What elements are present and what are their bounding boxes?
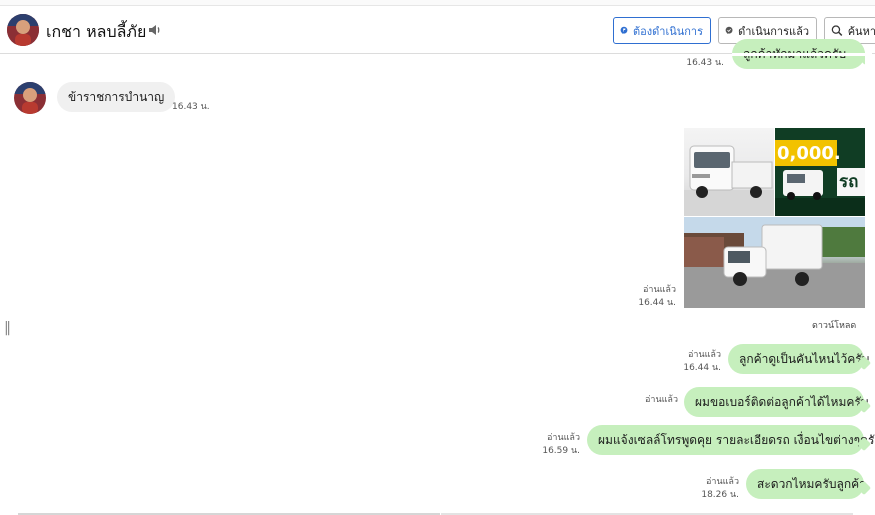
read-receipt: อ่านแล้ว xyxy=(688,350,721,360)
read-receipt: อ่านแล้ว xyxy=(706,477,739,487)
todo-label: ต้องดำเนินการ xyxy=(633,24,703,38)
todo-button[interactable]: ต้องดำเนินการ xyxy=(613,17,711,44)
read-receipt: อ่านแล้ว xyxy=(643,285,676,295)
chat-check-icon xyxy=(725,26,733,34)
contact-avatar[interactable] xyxy=(7,14,39,46)
contact-name[interactable]: เกชา หลบลี้ภัย xyxy=(46,20,146,45)
sender-avatar[interactable] xyxy=(14,82,46,114)
message-bubble-outgoing[interactable]: สะดวกไหมครับลูกค้า xyxy=(746,469,866,499)
message-bubble-outgoing[interactable]: ผมแจ้งเซลล์โทรพูดคุย รายละเอียดรถ เงื่อน… xyxy=(587,425,875,455)
promo-price: 0,000. xyxy=(777,143,841,164)
photo-truck-white[interactable] xyxy=(684,128,774,216)
chat-flag-icon xyxy=(620,26,628,34)
header-shadow-mask xyxy=(732,53,872,56)
search-icon xyxy=(831,25,843,36)
message-list[interactable]: ลูกค้าทักมาแล้วครับ 16.43 น. ข้าราชการบำ… xyxy=(0,39,875,515)
photo-promo[interactable]: 0,000. รถ xyxy=(775,128,865,216)
photo-truck-box[interactable] xyxy=(684,217,865,308)
message-time: 16.44 น. xyxy=(683,363,721,373)
message-time: 16.43 น. xyxy=(172,102,210,112)
message-time: 18.26 น. xyxy=(701,490,739,500)
message-bubble-incoming[interactable]: ข้าราชการบำนาญ xyxy=(57,82,176,112)
speaker-icon[interactable] xyxy=(147,22,163,38)
message-bubble-outgoing[interactable]: ลูกค้าดูเป็นคันไหนไว้ครับ xyxy=(728,344,869,374)
message-time: 16.59 น. xyxy=(542,446,580,456)
read-receipt: อ่านแล้ว xyxy=(547,433,580,443)
promo-text: รถ xyxy=(839,172,859,192)
done-label: ดำเนินการแล้ว xyxy=(738,24,809,38)
download-link[interactable]: ดาวน์โหลด xyxy=(812,318,856,332)
search-label: ค้นหา xyxy=(847,24,875,38)
message-bubble-outgoing[interactable]: ผมขอเบอร์ติดต่อลูกค้าได้ไหมครับ xyxy=(684,387,868,417)
message-time: 16.44 น. xyxy=(638,298,676,308)
message-time: 16.43 น. xyxy=(686,58,724,68)
read-receipt: อ่านแล้ว xyxy=(645,395,678,405)
drag-handle-icon[interactable]: ‖ xyxy=(4,320,11,336)
